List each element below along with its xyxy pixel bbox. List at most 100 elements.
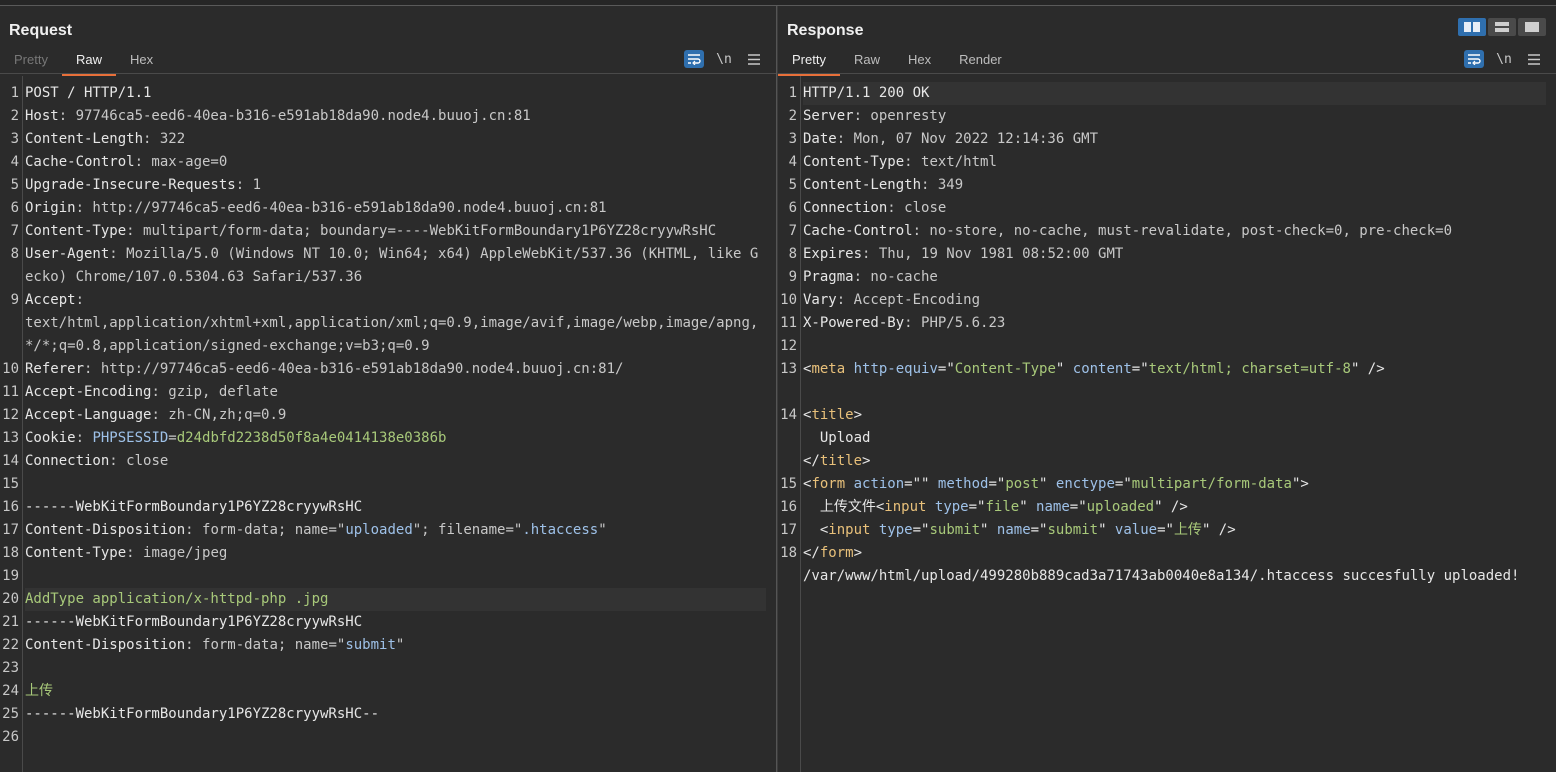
request-editor[interactable]: 1 POST / HTTP/1.1 2 Host: 97746ca5-eed6-40e… xyxy=(0,76,776,772)
line-text: Accept-Encoding: gzip, deflate xyxy=(25,381,766,404)
line-number: 8 xyxy=(788,246,797,262)
code-line[interactable]: 18 </form> /var/www/html/upload/499280b88… xyxy=(778,542,1546,588)
code-line[interactable]: 26 xyxy=(0,726,766,749)
line-number: 9 xyxy=(788,269,797,285)
code-line[interactable]: 17 <input type="submit" name="submit" va… xyxy=(778,519,1546,542)
code-line[interactable]: 16 上传文件<input type="file" name="uploaded… xyxy=(778,496,1546,519)
code-line[interactable]: 6 Origin: http://97746ca5-eed6-40ea-b316-… xyxy=(0,197,766,220)
code-line[interactable]: 5 Upgrade-Insecure-Requests: 1 xyxy=(0,174,766,197)
code-token: : form-data; name=" xyxy=(185,637,346,653)
code-line[interactable]: 24 上传 xyxy=(0,680,766,703)
line-text: 上传 xyxy=(25,680,766,703)
code-token: uploaded xyxy=(1086,499,1155,515)
request-tab-pretty[interactable]: Pretty xyxy=(0,50,62,74)
split-horizontal-icon[interactable] xyxy=(1458,18,1486,36)
code-token: Cookie xyxy=(25,430,76,446)
code-line[interactable]: 2 Server: openresty xyxy=(778,105,1546,128)
code-token: X-Powered-By xyxy=(803,315,905,331)
hamburger-menu-icon[interactable] xyxy=(1524,50,1544,68)
code-token: HTTP/1.1 200 OK xyxy=(803,85,930,101)
code-line[interactable]: 21 ------WebKitFormBoundary1P6YZ28cryywRs… xyxy=(0,611,766,634)
line-number: 6 xyxy=(10,200,19,216)
request-code[interactable]: 1 POST / HTTP/1.1 2 Host: 97746ca5-eed6-40e… xyxy=(0,82,766,749)
code-token: " xyxy=(598,522,607,538)
wrap-text-icon[interactable] xyxy=(1464,50,1484,68)
code-token: : 349 xyxy=(921,177,964,193)
code-line[interactable]: 3 Content-Length: 322 xyxy=(0,128,766,151)
line-number: 5 xyxy=(788,177,797,193)
response-tab-pretty[interactable]: Pretty xyxy=(778,50,840,76)
code-line[interactable]: 15 xyxy=(0,473,766,496)
code-token: =" xyxy=(1131,361,1149,377)
request-tab-raw[interactable]: Raw xyxy=(61,50,116,76)
code-line[interactable]: 25 ------WebKitFormBoundary1P6YZ28cryywRs… xyxy=(0,703,766,726)
code-line[interactable]: 22 Content-Disposition: form-data; name="… xyxy=(0,634,766,657)
code-line[interactable]: 23 xyxy=(0,657,766,680)
code-line[interactable]: 17 Content-Disposition: form-data; name="… xyxy=(0,519,766,542)
code-line[interactable]: 7 Cache-Control: no-store, no-cache, must… xyxy=(778,220,1546,243)
response-tab-render[interactable]: Render xyxy=(945,50,1016,74)
line-text: ------WebKitFormBoundary1P6YZ28cryywRsHC… xyxy=(25,703,766,726)
code-line[interactable]: 2 Host: 97746ca5-eed6-40ea-b316-e591ab18d… xyxy=(0,105,766,128)
code-line[interactable]: 9 Accept: text/html,application/xhtml+xml… xyxy=(0,289,766,358)
line-text xyxy=(25,726,766,749)
code-line[interactable]: 4 Cache-Control: max-age=0 xyxy=(0,151,766,174)
line-text: Content-Type: text/html xyxy=(803,151,1546,174)
code-token: < xyxy=(803,522,829,538)
line-number: 25 xyxy=(2,706,19,722)
code-token: meta xyxy=(811,361,846,377)
code-line[interactable]: 15 <form action="" method="post" enctype=… xyxy=(778,473,1546,496)
code-line[interactable]: 5 Content-Length: 349 xyxy=(778,174,1546,197)
newline-toggle[interactable]: \n xyxy=(1494,50,1514,68)
code-line[interactable]: 12 xyxy=(778,335,1546,358)
code-token: " /> xyxy=(1201,522,1236,538)
code-line[interactable]: 1 HTTP/1.1 200 OK xyxy=(778,82,1546,105)
hamburger-menu-icon[interactable] xyxy=(744,50,764,68)
code-line[interactable]: 11 X-Powered-By: PHP/5.6.23 xyxy=(778,312,1546,335)
code-line[interactable]: 14 <title> Upload </title> xyxy=(778,404,1546,473)
response-tab-hex[interactable]: Hex xyxy=(894,50,945,74)
request-tab-hex[interactable]: Hex xyxy=(116,50,167,74)
single-pane-icon[interactable] xyxy=(1518,18,1546,36)
code-line[interactable]: 3 Date: Mon, 07 Nov 2022 12:14:36 GMT xyxy=(778,128,1546,151)
code-token: submit xyxy=(1047,522,1099,538)
code-token: User-Agent xyxy=(25,246,110,262)
code-line[interactable]: 10 Referer: http://97746ca5-eed6-40ea-b31… xyxy=(0,358,766,381)
code-line[interactable]: 10 Vary: Accept-Encoding xyxy=(778,289,1546,312)
code-line[interactable]: 12 Accept-Language: zh-CN,zh;q=0.9 xyxy=(0,404,766,427)
code-line[interactable]: 19 xyxy=(0,565,766,588)
code-token: Vary xyxy=(803,292,837,308)
code-token: Content-Type xyxy=(803,154,905,170)
code-token: POST / HTTP/1.1 xyxy=(25,85,152,101)
line-text: ------WebKitFormBoundary1P6YZ28cryywRsHC xyxy=(25,496,766,519)
code-token: " /> xyxy=(1350,361,1385,377)
code-line[interactable]: 13 <meta http-equiv="Content-Type" conten… xyxy=(778,358,1546,404)
code-line[interactable]: 1 POST / HTTP/1.1 xyxy=(0,82,766,105)
code-token: </ xyxy=(803,545,820,561)
code-line[interactable]: 13 Cookie: PHPSESSID=d24dbfd2238d50f8a4e0… xyxy=(0,427,766,450)
code-line[interactable]: 20 AddType application/x-httpd-php .jpg xyxy=(0,588,766,611)
code-token: Origin xyxy=(25,200,76,216)
code-line[interactable]: 18 Content-Type: image/jpeg xyxy=(0,542,766,565)
response-tab-raw[interactable]: Raw xyxy=(840,50,894,74)
newline-toggle[interactable]: \n xyxy=(714,50,734,68)
code-line[interactable]: 9 Pragma: no-cache xyxy=(778,266,1546,289)
code-line[interactable]: 6 Connection: close xyxy=(778,197,1546,220)
line-number: 24 xyxy=(2,683,19,699)
response-code[interactable]: 1 HTTP/1.1 200 OK 2 Server: openresty 3 Date:… xyxy=(778,82,1546,588)
code-line[interactable]: 14 Connection: close xyxy=(0,450,766,473)
code-line[interactable]: 8 Expires: Thu, 19 Nov 1981 08:52:00 GMT xyxy=(778,243,1546,266)
code-token: name xyxy=(996,522,1031,538)
line-text: <form action="" method="post" enctype="m… xyxy=(803,473,1546,496)
code-line[interactable]: 8 User-Agent: Mozilla/5.0 (Windows NT 10.… xyxy=(0,243,766,289)
response-editor[interactable]: 1 HTTP/1.1 200 OK 2 Server: openresty 3 Date:… xyxy=(778,76,1556,772)
line-text: 上传文件<input type="file" name="uploaded" /… xyxy=(803,496,1546,519)
code-line[interactable]: 4 Content-Type: text/html xyxy=(778,151,1546,174)
code-token: method xyxy=(937,476,989,492)
code-line[interactable]: 7 Content-Type: multipart/form-data; boun… xyxy=(0,220,766,243)
code-line[interactable]: 16 ------WebKitFormBoundary1P6YZ28cryywRs… xyxy=(0,496,766,519)
wrap-text-icon[interactable] xyxy=(684,50,704,68)
split-vertical-icon[interactable] xyxy=(1488,18,1516,36)
code-line[interactable]: 11 Accept-Encoding: gzip, deflate xyxy=(0,381,766,404)
